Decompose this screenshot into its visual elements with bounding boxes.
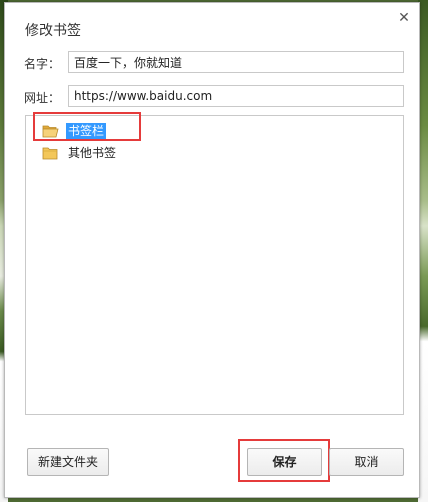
cancel-button[interactable]: 取消 (329, 448, 404, 476)
name-label: 名字： (24, 57, 61, 71)
url-label: 网址： (24, 91, 61, 105)
name-input[interactable] (68, 51, 404, 73)
save-button[interactable]: 保存 (247, 448, 322, 476)
folder-icon (42, 146, 58, 160)
dialog-title: 修改书签 (25, 23, 81, 39)
folder-open-icon (42, 124, 59, 138)
close-icon[interactable]: ✕ (397, 11, 411, 25)
tree-item-other-bookmarks[interactable]: 其他书签 (42, 144, 118, 162)
edit-bookmark-dialog: 修改书签 ✕ 名字： 网址： 书签栏 其他书签 新建文件夹 (4, 2, 420, 498)
tree-item-label: 其他书签 (68, 146, 117, 160)
tree-item-label: 书签栏 (66, 123, 107, 139)
new-folder-button[interactable]: 新建文件夹 (27, 448, 109, 476)
url-input[interactable] (68, 85, 404, 107)
folder-tree[interactable]: 书签栏 其他书签 (25, 115, 404, 415)
tree-item-bookmarks-bar[interactable]: 书签栏 (42, 122, 107, 140)
